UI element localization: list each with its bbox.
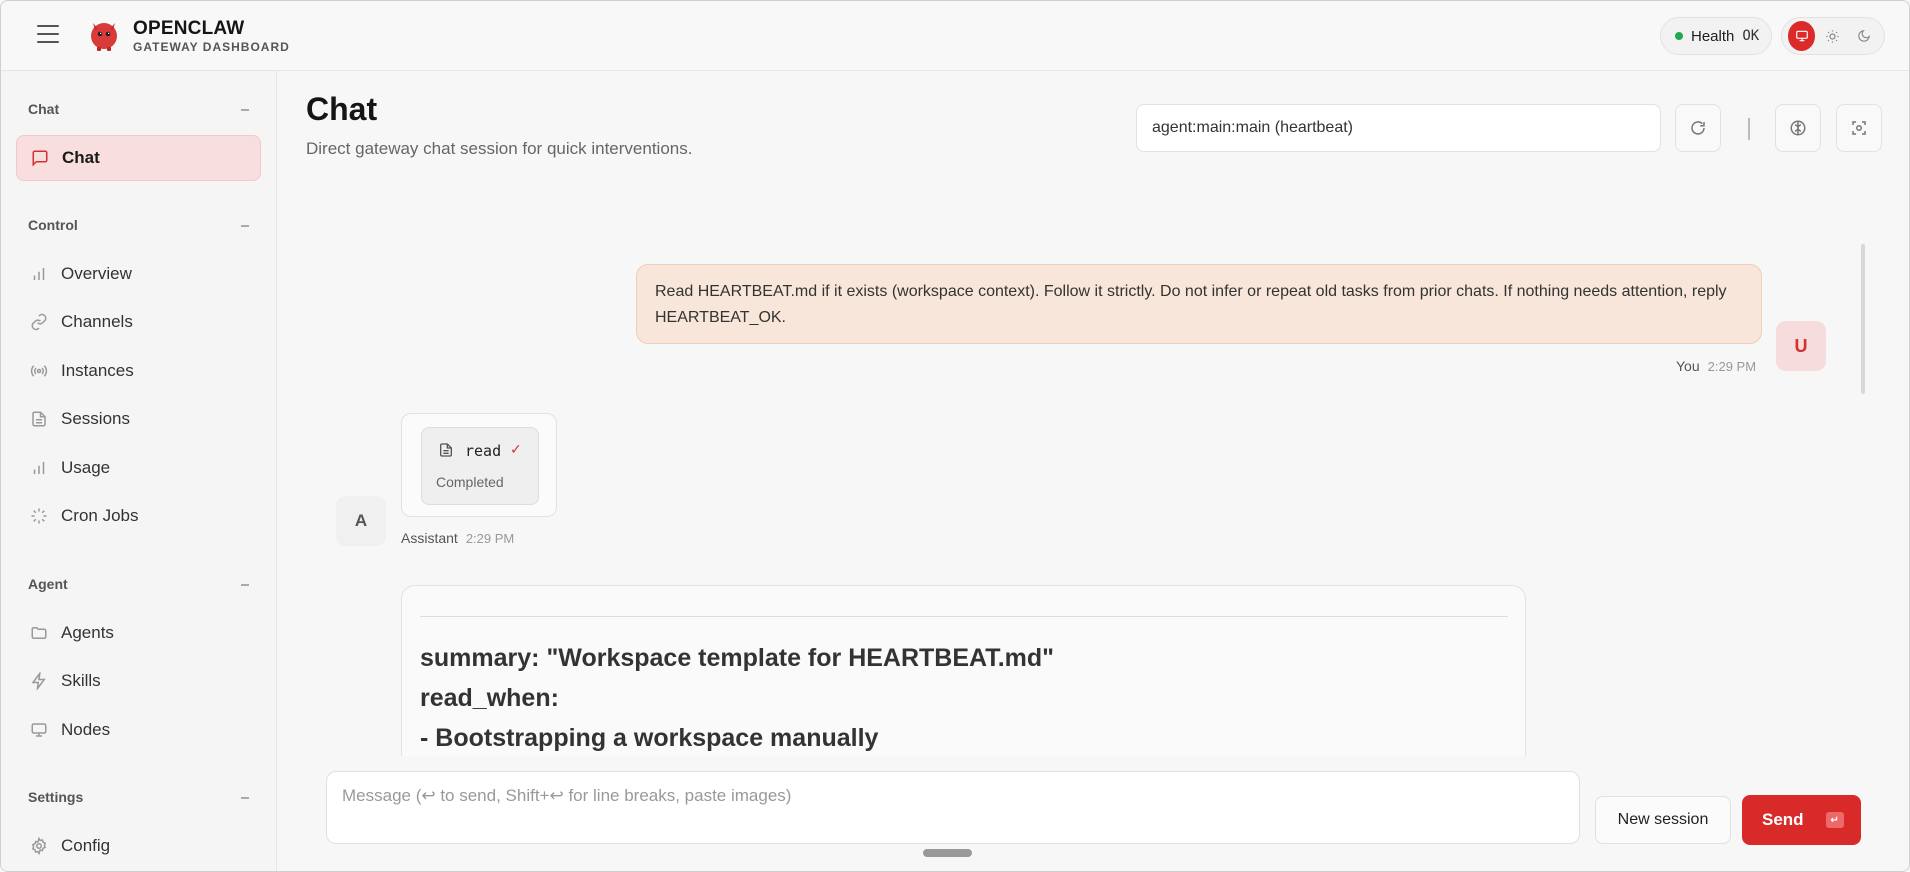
new-session-button[interactable]: New session: [1595, 796, 1731, 844]
user-name: You: [1676, 358, 1700, 374]
sidebar-item-label: Nodes: [61, 720, 111, 739]
page-subtitle: Direct gateway chat session for quick in…: [306, 139, 693, 158]
divider: [420, 616, 1508, 617]
health-status-dot: [1675, 32, 1683, 40]
sidebar-item-label: Agents: [61, 623, 114, 642]
thinking-toggle-button[interactable]: [1775, 104, 1821, 152]
doc-line: - Bootstrapping a workspace manually: [420, 724, 879, 752]
radio-icon: [30, 365, 48, 377]
app-window: OPENCLAW GATEWAY DASHBOARD Health OK Cha…: [0, 0, 1910, 872]
brand-subtitle: GATEWAY DASHBOARD: [133, 40, 290, 54]
collapse-icon[interactable]: [241, 109, 249, 111]
tool-status: Completed: [436, 474, 504, 490]
message-input[interactable]: Message (↩ to send, Shift+↩ for line bre…: [326, 771, 1580, 844]
sidebar-item-label: Cron Jobs: [61, 506, 139, 525]
monitor-icon: [1795, 30, 1808, 42]
sidebar-item-label: Channels: [61, 312, 133, 331]
collapse-icon[interactable]: [241, 584, 249, 586]
user-message-meta: You 2:29 PM: [1676, 358, 1756, 374]
page-title: Chat: [306, 91, 378, 127]
health-status: OK: [1742, 28, 1760, 44]
chat-scrollbar[interactable]: [1861, 244, 1865, 394]
gear-icon: [31, 837, 47, 855]
sidebar-item-nodes[interactable]: Nodes: [16, 707, 261, 753]
sidebar-item-overview[interactable]: Overview: [16, 251, 261, 297]
collapse-icon[interactable]: [241, 225, 249, 227]
sidebar-item-label: Overview: [61, 264, 132, 283]
zap-icon: [31, 672, 46, 690]
sidebar-item-channels[interactable]: Channels: [16, 299, 261, 345]
health-label: Health: [1691, 27, 1735, 45]
file-icon: [440, 443, 452, 457]
tool-call-chip[interactable]: read ✓ Completed: [421, 427, 539, 505]
sidebar-section-chat[interactable]: Chat: [28, 101, 59, 117]
message-icon: [32, 150, 48, 167]
sidebar-section-agent[interactable]: Agent: [28, 576, 68, 592]
assistant-message-time: 2:29 PM: [465, 531, 515, 546]
sidebar-section-settings[interactable]: Settings: [28, 789, 83, 805]
session-select[interactable]: agent:main:main (heartbeat): [1136, 104, 1661, 152]
sidebar-item-label: Chat: [62, 148, 100, 167]
brand-title: OPENCLAW: [133, 18, 245, 39]
theme-dark-button[interactable]: [1851, 21, 1878, 51]
enter-key-icon: ↵: [1825, 812, 1844, 828]
folder-icon: [31, 627, 47, 639]
refresh-button[interactable]: [1675, 104, 1721, 152]
focus-mode-button[interactable]: [1836, 104, 1882, 152]
openclaw-logo: [91, 23, 117, 51]
link-icon: [31, 313, 47, 331]
assistant-message: summary: "Workspace template for HEARTBE…: [401, 585, 1526, 785]
health-indicator: Health OK: [1660, 17, 1772, 55]
theme-system-button[interactable]: [1788, 21, 1816, 51]
assistant-avatar: A: [336, 496, 386, 546]
sidebar-item-cron-jobs[interactable]: Cron Jobs: [16, 493, 261, 539]
sidebar-item-chat[interactable]: Chat: [16, 135, 261, 181]
doc-line: read_when:: [420, 684, 559, 712]
user-avatar: U: [1776, 321, 1826, 371]
check-icon: ✓: [510, 441, 522, 457]
assistant-name: Assistant: [401, 530, 458, 546]
sidebar-item-label: Instances: [61, 361, 134, 380]
assistant-message-meta: Assistant 2:29 PM: [401, 530, 514, 546]
bar-chart-icon: [33, 462, 45, 474]
top-bar: OPENCLAW GATEWAY DASHBOARD Health OK: [1, 1, 1909, 71]
sidebar-item-config[interactable]: Config: [16, 823, 261, 869]
sidebar-item-sessions[interactable]: Sessions: [16, 396, 261, 442]
focus-icon: [1852, 121, 1866, 135]
theme-switch: [1781, 17, 1885, 55]
bar-chart-icon: [33, 268, 45, 280]
sun-icon: [1826, 29, 1840, 43]
monitor-icon: [31, 723, 47, 737]
resize-handle[interactable]: [923, 849, 972, 857]
theme-light-button[interactable]: [1819, 21, 1846, 51]
sidebar-item-label: Config: [61, 836, 111, 855]
sidebar-item-label: Sessions: [61, 409, 130, 428]
sidebar: Chat Chat Control Overview Channels Inst…: [1, 71, 277, 871]
send-label: Send: [1762, 810, 1804, 829]
brain-icon: [1790, 120, 1806, 136]
sidebar-item-label: Usage: [61, 458, 111, 477]
send-button[interactable]: Send ↵: [1742, 795, 1861, 845]
collapse-icon[interactable]: [241, 797, 249, 799]
refresh-icon: [1691, 121, 1705, 135]
toolbar-divider: [1748, 118, 1750, 140]
sidebar-section-control[interactable]: Control: [28, 217, 78, 233]
sidebar-item-usage[interactable]: Usage: [16, 445, 261, 491]
file-icon: [32, 411, 46, 427]
doc-line: summary: "Workspace template for HEARTBE…: [420, 644, 1055, 672]
user-message-time: 2:29 PM: [1707, 359, 1757, 374]
menu-icon[interactable]: [37, 25, 59, 45]
user-message: Read HEARTBEAT.md if it exists (workspac…: [636, 264, 1762, 344]
tool-name: read: [465, 442, 502, 460]
sidebar-item-skills[interactable]: Skills: [16, 658, 261, 704]
tool-call-card: read ✓ Completed: [401, 413, 557, 517]
sidebar-item-label: Skills: [61, 671, 101, 690]
loader-icon: [31, 508, 47, 524]
moon-icon: [1858, 29, 1871, 42]
sidebar-item-instances[interactable]: Instances: [16, 348, 261, 394]
sidebar-item-agents[interactable]: Agents: [16, 610, 261, 656]
